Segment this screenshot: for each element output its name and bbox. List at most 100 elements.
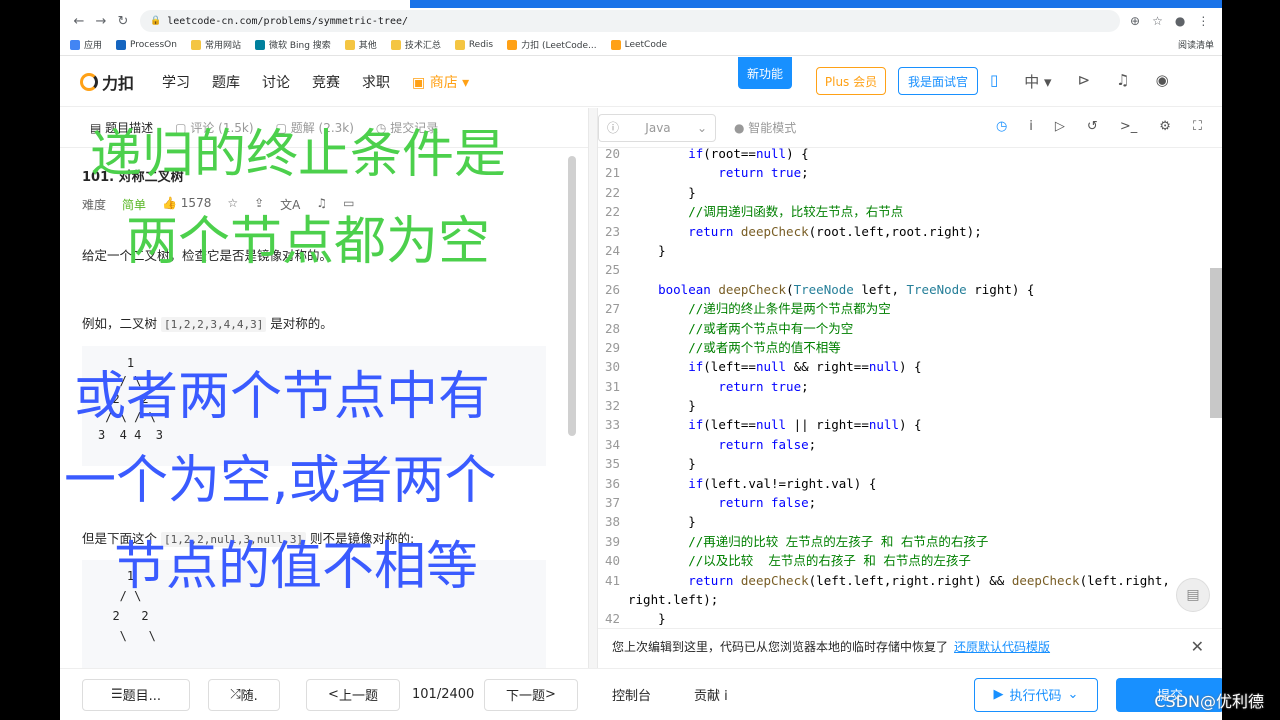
console-icon[interactable]: >_ xyxy=(1120,119,1137,134)
info-icon[interactable]: i xyxy=(1029,119,1033,134)
code-line[interactable]: 34 return false; xyxy=(598,435,1208,454)
code-line[interactable]: 29 //或者两个节点的值不相等 xyxy=(598,338,1208,357)
language-switch[interactable]: 中 ▾ xyxy=(1024,71,1051,92)
nav-jobs[interactable]: 求职 xyxy=(362,72,390,92)
prev-button[interactable]: < 上一题 xyxy=(306,678,400,711)
active-tab[interactable] xyxy=(60,0,410,8)
code-line[interactable]: 27 //递归的终止条件是两个节点都为空 xyxy=(598,299,1208,318)
code-line[interactable]: 23 return deepCheck(root.left,root.right… xyxy=(598,222,1208,241)
playground-icon[interactable]: ⊳ xyxy=(1078,71,1091,92)
code-line[interactable]: 22 } xyxy=(598,183,1208,202)
translate-icon[interactable]: 文A xyxy=(280,196,300,213)
star-icon[interactable]: ☆ xyxy=(1152,14,1163,28)
code-line[interactable]: 26 boolean deepCheck(TreeNode left, Tree… xyxy=(598,280,1208,299)
next-button[interactable]: 下一题 > xyxy=(484,678,578,711)
code-line[interactable]: 38 } xyxy=(598,512,1208,531)
random-button[interactable]: ⤮ 随. xyxy=(208,678,280,711)
problem-scrollbar[interactable] xyxy=(568,156,576,436)
folder-icon xyxy=(454,39,465,50)
panel-splitter[interactable] xyxy=(588,108,598,668)
nav-discuss[interactable]: 讨论 xyxy=(262,72,290,92)
code-line[interactable]: 33 if(left==null || right==null) { xyxy=(598,415,1208,434)
code-line[interactable]: 32 } xyxy=(598,396,1208,415)
code-line[interactable]: 24 } xyxy=(598,241,1208,260)
reload-icon[interactable]: ↻ xyxy=(112,14,134,29)
feedback-icon[interactable]: ▭ xyxy=(343,196,354,213)
code-line[interactable]: 39 //再递归的比较 左节点的左孩子 和 右节点的右孩子 xyxy=(598,532,1208,551)
bookmark-leetcode[interactable]: LeetCode xyxy=(610,39,667,50)
code-line[interactable]: 25 xyxy=(598,260,1208,279)
code-line[interactable]: 35 } xyxy=(598,454,1208,473)
code-line[interactable]: 28 //或者两个节点中有一个为空 xyxy=(598,319,1208,338)
bell-icon[interactable]: ♫ xyxy=(1116,71,1129,92)
run-icon[interactable]: ▷ xyxy=(1055,119,1065,134)
editor-toolbar: ⓘ Java ⌄ ● 智能模式 ◷ i ▷ ↺ >_ ⚙ ⛶ xyxy=(598,108,1222,148)
line-number: 34 xyxy=(604,436,620,452)
new-feature-badge[interactable]: 新功能 xyxy=(738,57,792,89)
phone-icon[interactable]: ▯ xyxy=(990,71,998,92)
bookmark-folder-redis[interactable]: Redis xyxy=(454,39,493,50)
line-number: 38 xyxy=(604,514,620,530)
like-button[interactable]: 👍 1578 xyxy=(162,196,211,213)
reset-icon[interactable]: ↺ xyxy=(1087,119,1098,134)
nav-problems[interactable]: 题库 xyxy=(212,72,240,92)
smart-mode-toggle[interactable]: ● 智能模式 xyxy=(734,119,796,136)
run-code-button[interactable]: ▶ 执行代码 ⌄ xyxy=(974,677,1098,712)
share-icon[interactable]: ⇪ xyxy=(254,196,264,213)
nav-store[interactable]: ▣ 商店 ▾ xyxy=(412,72,469,92)
bell-icon[interactable]: ♫ xyxy=(316,196,327,213)
bookmark-processon[interactable]: ProcessOn xyxy=(116,39,177,50)
plus-member-button[interactable]: Plus 会员 xyxy=(816,67,886,95)
console-toggle[interactable]: 控制台 xyxy=(612,685,651,704)
problem-list-button[interactable]: ☰ 题目... xyxy=(82,678,190,711)
forward-icon[interactable]: → xyxy=(90,14,112,29)
line-number: 40 xyxy=(604,553,620,569)
language-select[interactable]: ⓘ Java ⌄ xyxy=(598,113,716,142)
code-line[interactable]: 20 if(root==null) { xyxy=(598,144,1208,163)
nav-contest[interactable]: 竞赛 xyxy=(312,72,340,92)
code-line[interactable]: 22 //调用递归函数，比较左节点，右节点 xyxy=(598,202,1208,221)
line-number: 32 xyxy=(604,398,620,414)
star-icon[interactable]: ☆ xyxy=(227,196,238,213)
bing-icon xyxy=(254,39,265,50)
bookmark-folder-common[interactable]: 常用网站 xyxy=(190,38,241,51)
editor-scrollbar[interactable] xyxy=(1210,268,1222,418)
code-line[interactable]: 42 } xyxy=(598,609,1208,628)
avatar[interactable]: ◉ xyxy=(1156,71,1169,92)
restore-default-link[interactable]: 还原默认代码模版 xyxy=(954,638,1050,655)
bookmark-apps[interactable]: 应用 xyxy=(70,38,102,51)
line-number: 27 xyxy=(604,301,620,317)
note-icon[interactable]: ▤ xyxy=(1176,578,1210,612)
bookmark-folder-tech[interactable]: 技术汇总 xyxy=(390,38,441,51)
code-line[interactable]: 30 if(left==null && right==null) { xyxy=(598,357,1208,376)
back-icon[interactable]: ← xyxy=(68,14,90,29)
bookmark-folder-other[interactable]: 其他 xyxy=(344,38,377,51)
nav-learn[interactable]: 学习 xyxy=(162,72,190,92)
timer-icon[interactable]: ◷ xyxy=(996,119,1007,134)
code-line[interactable]: 40 //以及比较 左节点的右孩子 和 右节点的左孩子 xyxy=(598,551,1208,570)
bookmark-bing[interactable]: 微软 Bing 搜索 xyxy=(254,38,331,51)
reading-list[interactable]: 阅读清单 xyxy=(1178,38,1214,51)
zoom-icon[interactable]: ⊕ xyxy=(1130,14,1140,28)
interviewer-button[interactable]: 我是面试官 xyxy=(898,67,978,95)
profile-icon[interactable]: ● xyxy=(1175,14,1185,28)
code-line[interactable]: 41 return deepCheck(left.left,right.righ… xyxy=(598,571,1208,590)
example-text: 例如，二叉树 [1,2,2,3,4,4,3] 是对称的。 xyxy=(82,316,333,332)
code-line[interactable]: 36 if(left.val!=right.val) { xyxy=(598,474,1208,493)
bookmark-leetcode-cn[interactable]: 力扣 (LeetCode... xyxy=(507,38,597,51)
menu-icon[interactable]: ⋮ xyxy=(1197,14,1209,28)
url-field[interactable]: 🔒 leetcode-cn.com/problems/symmetric-tre… xyxy=(140,10,1120,32)
close-icon[interactable]: ✕ xyxy=(1191,637,1204,656)
code-editor[interactable]: 20 if(root==null) {21 return true; 22 } 22… xyxy=(598,144,1208,629)
code-line[interactable]: right.left); xyxy=(598,590,1208,609)
code-text: return true; xyxy=(718,165,809,181)
code-line[interactable]: 37 return false; xyxy=(598,493,1208,512)
site-logo[interactable]: 力扣 xyxy=(80,70,134,94)
settings-icon[interactable]: ⚙ xyxy=(1159,119,1171,134)
code-text: //或者两个节点的值不相等 xyxy=(688,339,841,355)
contribute-link[interactable]: 贡献 i xyxy=(694,685,728,704)
code-text: } xyxy=(628,456,696,472)
code-line[interactable]: 21 return true; xyxy=(598,163,1208,182)
code-line[interactable]: 31 return true; xyxy=(598,377,1208,396)
fullscreen-icon[interactable]: ⛶ xyxy=(1193,119,1202,134)
